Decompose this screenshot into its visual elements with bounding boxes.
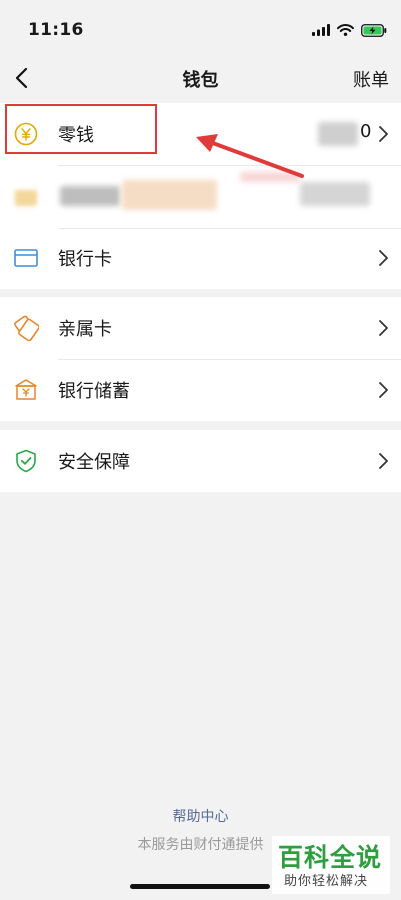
menu-item-security[interactable]: 安全保障: [0, 430, 401, 492]
home-indicator[interactable]: [130, 884, 270, 889]
chevron-right-icon: [379, 250, 388, 266]
bank-savings-icon: [15, 379, 37, 400]
nav-bar: 钱包 账单: [0, 56, 401, 100]
bills-button[interactable]: 账单: [353, 66, 389, 92]
chevron-right-icon: [379, 382, 388, 398]
wallet-group-cards: 亲属卡 银行储蓄: [0, 297, 401, 421]
annotation-arrow-icon: [196, 134, 304, 178]
menu-item-label: 银行储蓄: [58, 381, 130, 402]
signal-icon: [312, 24, 330, 36]
bank-card-icon: [14, 249, 38, 267]
watermark: 百科全说 助你轻松解决: [272, 836, 390, 894]
status-icons: [312, 22, 387, 38]
chevron-right-icon: [379, 453, 388, 469]
blurred-label: [60, 186, 120, 206]
wallet-group-security: 安全保障: [0, 430, 401, 492]
status-bar: 11:16: [0, 0, 401, 56]
wifi-icon: [337, 24, 354, 36]
page-title: 钱包: [182, 70, 219, 91]
menu-item-family-card[interactable]: 亲属卡: [0, 297, 401, 359]
menu-item-label: 安全保障: [58, 452, 130, 473]
menu-item-bank-card[interactable]: 银行卡: [0, 227, 401, 289]
shield-check-icon: [16, 449, 36, 473]
menu-item-label: 银行卡: [58, 249, 112, 270]
balance-blurred: [318, 122, 358, 146]
help-center-link[interactable]: 帮助中心: [0, 806, 401, 826]
watermark-title: 百科全说: [278, 843, 383, 872]
blurred-label: [122, 180, 217, 210]
folder-icon: [15, 190, 37, 206]
annotation-highlight-box: [5, 104, 157, 154]
balance-value: 0: [360, 121, 372, 142]
chevron-right-icon: [379, 320, 388, 336]
blurred-value: [300, 182, 370, 206]
battery-charging-icon: [361, 23, 387, 37]
menu-item-label: 亲属卡: [58, 319, 112, 340]
menu-item-bank-savings[interactable]: 银行储蓄: [0, 359, 401, 421]
watermark-subtitle: 助你轻松解决: [284, 874, 369, 889]
chevron-right-icon: [379, 126, 388, 142]
status-time: 11:16: [28, 20, 84, 40]
family-card-icon: [14, 315, 39, 341]
